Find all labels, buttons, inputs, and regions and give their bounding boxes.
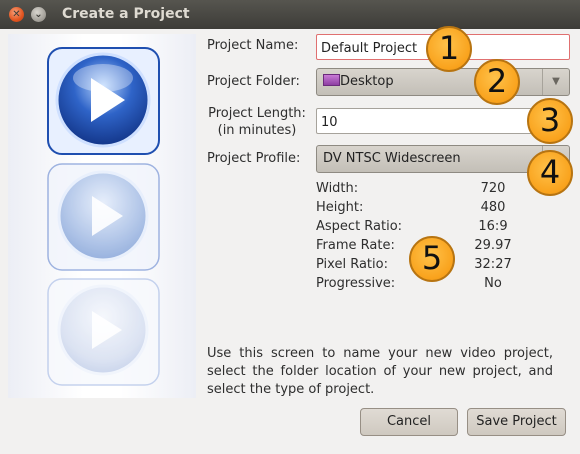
- info-progressive-label: Progressive:: [316, 276, 396, 291]
- info-progressive-value: No: [484, 276, 502, 291]
- project-name-label: Project Name:: [207, 38, 299, 53]
- play-buttons-illustration: [47, 47, 160, 386]
- info-aspect-ratio-label: Aspect Ratio:: [316, 219, 403, 234]
- callout-badge-4: 4: [527, 150, 573, 196]
- project-profile-label: Project Profile:: [207, 151, 301, 166]
- play-icon-faded: [47, 163, 160, 271]
- info-height-label: Height:: [316, 200, 364, 215]
- project-length-label-line2: (in minutes): [217, 123, 297, 138]
- play-icon-active: [47, 47, 160, 155]
- info-pixel-ratio-value: 32:27: [474, 257, 512, 272]
- callout-badge-3: 3: [527, 98, 573, 144]
- callout-badge-2: 2: [474, 59, 520, 105]
- info-height-value: 480: [480, 200, 506, 215]
- project-folder-value: Desktop: [340, 74, 394, 89]
- chevron-down-icon: ⌄: [34, 9, 43, 20]
- minimize-window-button[interactable]: ⌄: [31, 7, 46, 22]
- info-frame-rate-value: 29.97: [474, 238, 512, 253]
- project-folder-label: Project Folder:: [207, 74, 300, 89]
- save-project-button[interactable]: Save Project: [467, 408, 566, 436]
- info-pixel-ratio-label: Pixel Ratio:: [316, 257, 388, 272]
- info-aspect-ratio-value: 16:9: [478, 219, 508, 234]
- callout-badge-5: 5: [409, 236, 455, 282]
- project-profile-value: DV NTSC Widescreen: [323, 151, 461, 166]
- play-icon-very-faded: [47, 278, 160, 386]
- close-icon: ✕: [12, 9, 21, 20]
- instructions-text: Use this screen to name your new video p…: [207, 346, 553, 397]
- callout-badge-1: 1: [426, 26, 472, 72]
- info-frame-rate-label: Frame Rate:: [316, 238, 395, 253]
- project-name-value: Default Project: [321, 41, 418, 56]
- info-width-label: Width:: [316, 181, 359, 196]
- close-window-button[interactable]: ✕: [9, 7, 24, 22]
- title-bar: ✕ ⌄ Create a Project: [0, 0, 580, 29]
- project-length-label-line1: Project Length:: [208, 106, 306, 121]
- project-length-value: 10: [321, 115, 338, 130]
- window-title: Create a Project: [62, 6, 190, 22]
- dropdown-arrow-icon: ▼: [542, 69, 569, 95]
- project-length-label: Project Length: (in minutes): [207, 105, 307, 139]
- folder-icon: [323, 74, 340, 86]
- project-illustration-panel: [8, 34, 196, 398]
- info-width-value: 720: [480, 181, 506, 196]
- cancel-button[interactable]: Cancel: [360, 408, 458, 436]
- create-project-dialog: ✕ ⌄ Create a Project Project Name: Defau…: [0, 0, 580, 454]
- project-folder-combo[interactable]: Desktop ▼: [316, 68, 570, 96]
